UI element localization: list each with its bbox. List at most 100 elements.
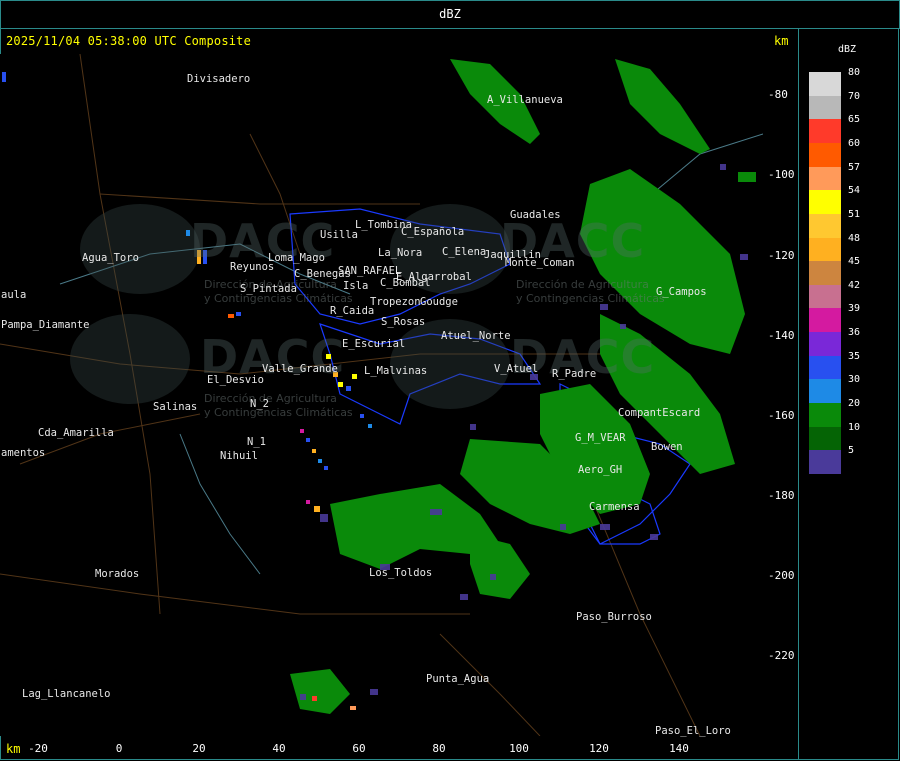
place-label: La_Nora <box>378 247 423 259</box>
place-label: Loma_Mago <box>268 252 325 264</box>
x-tick: 140 <box>669 742 689 755</box>
place-label: V_Atuel <box>494 363 539 375</box>
y-tick: -100 <box>768 168 795 181</box>
place-label: Carmensa <box>589 501 640 513</box>
legend-swatch <box>809 308 841 333</box>
y-tick: -140 <box>768 329 795 342</box>
legend-label: 20 <box>848 398 861 410</box>
place-label: A_Villanueva <box>487 94 563 106</box>
place-label: El_Desvio <box>207 374 264 386</box>
place-label: C_Española <box>401 226 465 238</box>
place-label: N_1 <box>247 436 266 448</box>
legend-label: 80 <box>848 67 861 78</box>
x-tick: 0 <box>115 742 123 755</box>
legend-label: 65 <box>848 114 861 126</box>
color-scale <box>809 72 841 475</box>
place-label: CompantEscard <box>618 407 701 419</box>
legend-label: 51 <box>848 208 861 220</box>
place-label: Guadales <box>510 209 561 221</box>
legend-swatch <box>809 261 841 286</box>
legend-swatch <box>809 355 841 380</box>
place-label: amentos <box>1 447 46 459</box>
place-label: S_Rosas <box>381 316 426 328</box>
place-label: Jaquillin <box>484 249 541 261</box>
legend-swatch <box>809 237 841 262</box>
window-title: dBZ <box>439 7 461 21</box>
place-label: Lag_Llancanelo <box>22 688 111 700</box>
watermark-line1-2: Dirección de Agricultura <box>516 278 649 291</box>
place-label: Bowen <box>651 441 683 453</box>
place-label: Morados <box>95 568 140 580</box>
x-tick: 20 <box>192 742 206 755</box>
place-label: Valle_Grande <box>262 363 338 375</box>
legend-label: 45 <box>848 256 861 268</box>
legend-label: 39 <box>848 303 861 315</box>
legend-swatch <box>809 95 841 120</box>
place-label: L_Malvinas <box>364 365 428 377</box>
y-tick: -200 <box>768 569 795 582</box>
legend-swatch <box>809 72 841 97</box>
place-label: Aero_GH <box>578 464 623 476</box>
place-label: Paso_El_Loro <box>655 725 731 737</box>
x-tick: -20 <box>28 742 48 755</box>
legend-label: 35 <box>848 350 861 362</box>
place-label: Agua_Toro <box>82 252 139 264</box>
place-label: G_Campos <box>656 286 707 298</box>
place-label: Divisadero <box>187 73 251 85</box>
y-tick: -220 <box>768 649 795 662</box>
legend-label: 10 <box>848 421 861 433</box>
legend-label: 5 <box>848 445 855 457</box>
legend-swatch <box>809 166 841 191</box>
place-label: Tropezon <box>370 296 421 308</box>
place-label: E_Algarrobal <box>396 271 472 283</box>
legend-swatch <box>809 403 841 428</box>
x-tick: 40 <box>272 742 286 755</box>
watermark-line1-3: Dirección de Agricultura <box>204 392 337 405</box>
place-label: Punta_Agua <box>426 673 490 685</box>
legend-swatch <box>809 332 841 357</box>
place-label: R_Padre <box>552 368 597 380</box>
legend-swatch <box>809 450 841 475</box>
y-tick: -160 <box>768 409 795 422</box>
place-label: N_2 <box>250 398 269 410</box>
units-label-top: km <box>774 34 789 48</box>
place-label: Salinas <box>153 401 198 413</box>
legend-label: 60 <box>848 137 861 149</box>
legend-swatch <box>809 142 841 168</box>
place-label: Atuel_Norte <box>441 330 511 342</box>
y-tick: -80 <box>768 88 788 101</box>
y-tick: -180 <box>768 489 795 502</box>
legend-swatch <box>809 190 841 215</box>
legend-swatch <box>809 119 841 144</box>
place-label: Usilla <box>320 229 358 241</box>
x-tick: 100 <box>509 742 529 755</box>
place-label: C_Benegas <box>294 268 351 280</box>
watermark-line2-2: y Contingencias Climáticas <box>516 292 665 305</box>
x-tick: 80 <box>432 742 446 755</box>
x-tick: 120 <box>589 742 609 755</box>
radar-map[interactable] <box>0 54 763 736</box>
legend-label: 42 <box>848 279 861 291</box>
legend-label: 70 <box>848 90 861 102</box>
legend-swatch <box>809 426 841 451</box>
place-label: Paso_Burroso <box>576 611 652 623</box>
place-label: Isla <box>343 280 369 292</box>
place-label: S_Pintada <box>240 283 297 295</box>
y-tick: -120 <box>768 249 795 262</box>
legend-title: dBZ <box>838 44 857 55</box>
x-tick: 60 <box>352 742 366 755</box>
place-label: Nihuil <box>220 450 258 462</box>
place-label: C_Elena <box>442 246 487 258</box>
watermark-line2-3: y Contingencias Climáticas <box>204 406 353 419</box>
place-label: R_Caida <box>330 305 375 317</box>
timestamp-header: 2025/11/04 05:38:00 UTC Composite <box>6 34 252 48</box>
place-label: G_M_VEAR <box>575 432 626 444</box>
title-bar: dBZ <box>0 0 900 29</box>
place-label: Pampa_Diamante <box>1 319 90 331</box>
legend-swatch <box>809 213 841 239</box>
legend-label: 57 <box>848 161 861 173</box>
place-label: Cda_Amarilla <box>38 427 114 439</box>
legend-label: 48 <box>848 232 861 244</box>
legend-label: 54 <box>848 185 861 197</box>
legend-label: 36 <box>848 327 861 339</box>
